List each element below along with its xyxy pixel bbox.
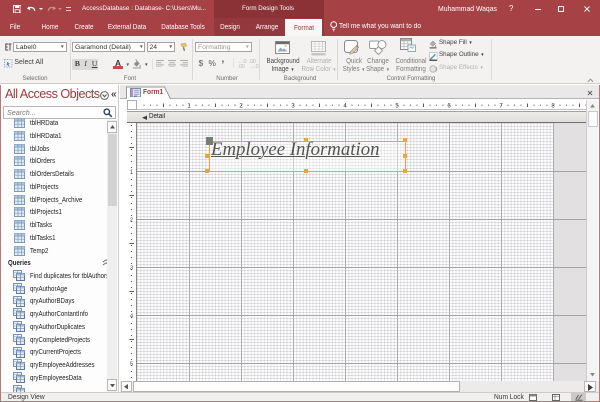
svg-text:1: 1 (130, 169, 133, 175)
svg-text:4: 4 (343, 103, 347, 109)
svg-text:8: 8 (551, 103, 555, 109)
svg-text:3: 3 (291, 103, 295, 109)
svg-text:7: 7 (499, 103, 503, 109)
svg-text:4: 4 (130, 313, 133, 319)
svg-text:2: 2 (239, 103, 243, 109)
svg-text:6: 6 (447, 103, 451, 109)
svg-text:1: 1 (187, 103, 191, 109)
svg-text:2: 2 (130, 217, 133, 223)
svg-text:3: 3 (130, 265, 133, 271)
svg-text:5: 5 (395, 103, 399, 109)
svg-text:5: 5 (130, 361, 133, 367)
